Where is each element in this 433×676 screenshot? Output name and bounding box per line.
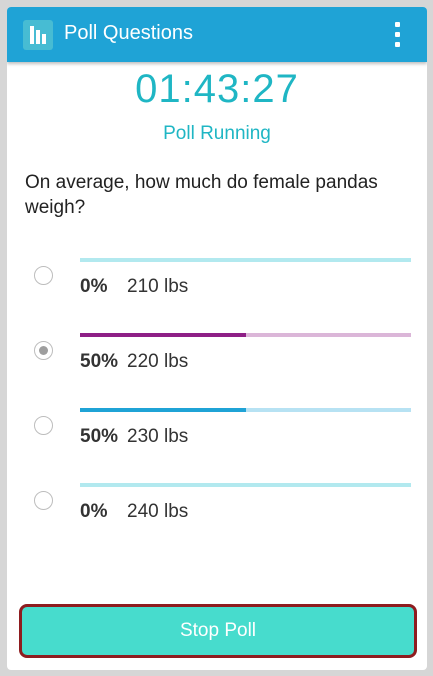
app-bar-title: Poll Questions: [64, 22, 193, 44]
poll-question: On average, how much do female pandas we…: [25, 172, 378, 218]
radio-button[interactable]: [34, 416, 53, 435]
poll-option[interactable]: 50% 230 lbs: [7, 402, 427, 472]
result-bar-track: [80, 258, 411, 262]
result-bar-fill: [80, 333, 246, 337]
radio-button[interactable]: [34, 491, 53, 510]
overflow-menu-icon[interactable]: [387, 20, 407, 50]
result-bar-track: [80, 333, 411, 337]
poll-option[interactable]: 0% 210 lbs: [7, 252, 427, 322]
poll-status: Poll Running: [163, 123, 271, 144]
result-percent: 0%: [80, 276, 108, 297]
radio-button[interactable]: [34, 341, 53, 360]
stop-poll-button[interactable]: Stop Poll: [19, 604, 417, 658]
result-bar-fill: [80, 408, 246, 412]
poll-option[interactable]: 0% 240 lbs: [7, 477, 427, 547]
bar-chart-icon[interactable]: [23, 20, 53, 50]
answer-label: 210 lbs: [127, 276, 189, 297]
answer-label: 220 lbs: [127, 351, 189, 372]
radio-button[interactable]: [34, 266, 53, 285]
answer-label: 230 lbs: [127, 426, 189, 447]
app-screen: Poll Questions 01:43:27 Poll Running On …: [7, 7, 427, 670]
poll-option[interactable]: 50% 220 lbs: [7, 327, 427, 397]
poll-timer: 01:43:27: [135, 67, 299, 111]
result-bar-track: [80, 408, 411, 412]
app-bar: Poll Questions: [7, 7, 427, 62]
result-percent: 0%: [80, 501, 108, 522]
answer-label: 240 lbs: [127, 501, 189, 522]
result-percent: 50%: [80, 351, 119, 372]
result-percent: 50%: [80, 426, 119, 447]
result-bar-track: [80, 483, 411, 487]
